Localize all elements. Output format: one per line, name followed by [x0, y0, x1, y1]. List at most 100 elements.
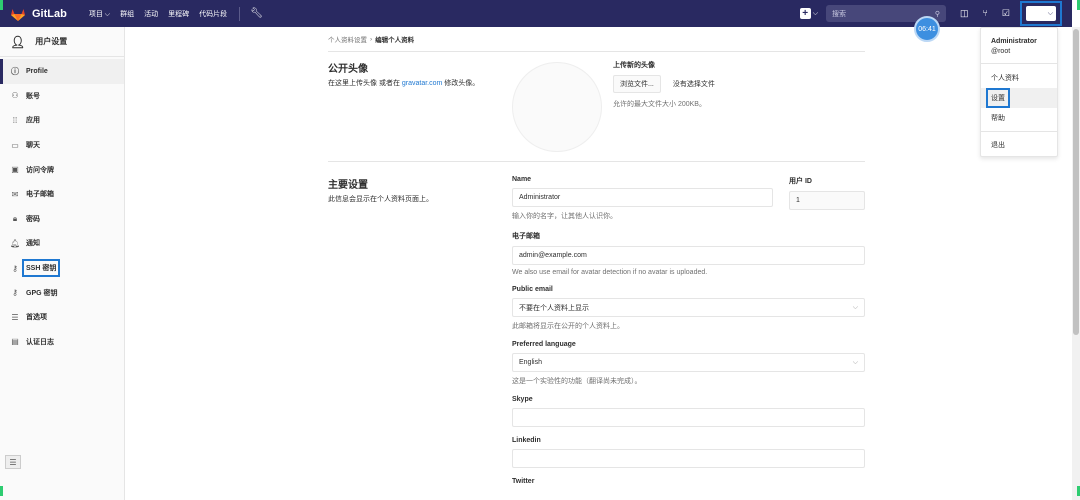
language-label: Preferred language	[512, 341, 576, 348]
wrench-icon[interactable]: 🔧︎	[250, 8, 263, 19]
language-help: 这是一个实验性的功能（翻译尚未完成）。	[512, 378, 642, 385]
settings-sidebar: 👤︎ 用户设置 ⓘ Profile ⚇ 账号 ⁞⁞ 应用 ▭ 聊天 ▣ 访问令牌…	[0, 27, 125, 500]
sidebar-item-ssh-keys[interactable]: ⚷ SSH 密钥	[0, 256, 124, 281]
merge-request-icon[interactable]: ⑂	[983, 8, 988, 19]
browse-file-button[interactable]: 浏览文件...	[613, 75, 661, 93]
user-info: Administrator @root	[981, 28, 1057, 64]
collapse-sidebar-icon[interactable]: ☰	[5, 455, 21, 469]
recording-timer: 06:41	[914, 16, 940, 42]
menu-item-help[interactable]: 帮助	[981, 108, 1057, 128]
public-email-select[interactable]: 不要在个人资料上显示 ⌵	[512, 298, 865, 317]
issues-icon[interactable]: ☑	[1002, 8, 1010, 19]
user-id-field: 1	[789, 191, 865, 210]
sidebar-item-label: 密码	[26, 215, 40, 223]
sidebar-item-gpg-keys[interactable]: ⚷ GPG 密钥	[0, 280, 124, 305]
sidebar-header: 👤︎ 用户设置	[0, 27, 124, 57]
email-label: 电子邮箱	[512, 233, 540, 240]
corner-mark	[0, 0, 3, 10]
sidebar-item-chat[interactable]: ▭ 聊天	[0, 133, 124, 158]
chevron-down-icon: ⌵	[852, 303, 858, 311]
sidebar-item-label: SSH 密钥	[21, 259, 61, 278]
page-scrollbar[interactable]	[1072, 27, 1080, 500]
chat-icon: ▭	[11, 140, 19, 150]
main-content: 个人资料设置 › 编辑个人资料 公开头像 在这里上传头像 或者在 gravata…	[328, 27, 865, 485]
chevron-down-icon: ⌵	[812, 9, 818, 17]
name-help: 输入你的名字，让其他人认识你。	[512, 213, 617, 220]
top-navbar: GitLab 项目 ⌵ 群组 活动 里程碑 代码片段 🔧︎ + ⌵ 搜索 ⚲ ◫…	[0, 0, 1072, 27]
main-settings-desc: 此信息会显示在个人资料页面上。	[328, 196, 433, 203]
breadcrumb: 个人资料设置 › 编辑个人资料	[328, 27, 865, 52]
bell-icon: 🔔︎	[10, 238, 21, 248]
profile-form: Name Administrator 输入你的名字，让其他人认识你。 用户 ID…	[512, 176, 865, 495]
preferences-icon: ☰	[11, 312, 19, 322]
brand-name: GitLab	[32, 7, 67, 20]
menu-item-profile[interactable]: 个人资料	[981, 68, 1057, 88]
avatar-section-desc: 在这里上传头像 或者在 gravatar.com 修改头像。	[328, 79, 488, 89]
twitter-label: Twitter	[512, 478, 535, 485]
breadcrumb-separator: ›	[370, 35, 373, 43]
public-email-help: 此邮箱将显示在公开的个人资料上。	[512, 323, 624, 330]
email-value: admin@example.com	[519, 252, 587, 259]
user-id-value: 1	[796, 197, 800, 204]
menu-item-settings[interactable]: 设置	[981, 88, 1057, 108]
search-icon: ⚲	[934, 10, 940, 18]
sidebar-item-preferences[interactable]: ☰ 首选项	[0, 305, 124, 330]
linkedin-field[interactable]	[512, 449, 865, 468]
nav-projects[interactable]: 项目 ⌵	[89, 9, 110, 19]
avatar-section-title: 公开头像	[328, 64, 368, 75]
lock-icon: 🔒︎	[12, 213, 18, 223]
sidebar-item-notifications[interactable]: 🔔︎ 通知	[0, 231, 124, 256]
sidebar-item-label: 聊天	[26, 142, 40, 150]
public-email-value: 不要在个人资料上显示	[519, 304, 589, 312]
sidebar-item-password[interactable]: 🔒︎ 密码	[0, 207, 124, 232]
email-field[interactable]: admin@example.com	[512, 246, 865, 265]
user-menu-button[interactable]: ⌵	[1020, 1, 1062, 26]
scrollbar-thumb[interactable]	[1073, 29, 1079, 335]
gitlab-logo[interactable]: GitLab	[10, 6, 67, 22]
key-icon: ⚷	[12, 288, 18, 298]
divider	[981, 131, 1057, 132]
nav-milestones[interactable]: 里程碑	[168, 9, 189, 19]
email-icon: ✉	[11, 189, 19, 199]
gravatar-link[interactable]: gravatar.com	[402, 80, 442, 87]
menu-item-label: 帮助	[991, 115, 1005, 122]
todo-icon[interactable]: ◫	[960, 8, 969, 19]
gitlab-tanuki-icon	[11, 8, 25, 21]
nav-snippets[interactable]: 代码片段	[199, 9, 227, 19]
sidebar-item-applications[interactable]: ⁞⁞ 应用	[0, 108, 124, 133]
sidebar-item-access-tokens[interactable]: ▣ 访问令牌	[0, 157, 124, 182]
applications-icon: ⁞⁞	[12, 115, 18, 125]
menu-item-label: 退出	[991, 142, 1005, 149]
divider	[239, 6, 241, 21]
menu-item-sign-out[interactable]: 退出	[981, 135, 1057, 155]
language-select[interactable]: English ⌵	[512, 353, 865, 372]
account-icon: ⚇	[11, 91, 19, 101]
skype-field[interactable]	[512, 408, 865, 427]
main-settings-title: 主要设置	[328, 180, 368, 191]
name-value: Administrator	[519, 194, 561, 201]
plus-icon: +	[799, 8, 811, 19]
name-label: Name	[512, 176, 532, 183]
sidebar-item-label: 通知	[26, 240, 40, 248]
breadcrumb-parent[interactable]: 个人资料设置	[328, 34, 367, 44]
sidebar-item-auth-log[interactable]: ▤ 认证日志	[0, 330, 124, 355]
main-settings-section: 主要设置 此信息会显示在个人资料页面上。 Name Administrator …	[328, 162, 865, 485]
corner-mark	[0, 486, 3, 496]
new-dropdown-button[interactable]: + ⌵	[799, 8, 818, 19]
sidebar-item-emails[interactable]: ✉ 电子邮箱	[0, 182, 124, 207]
name-field[interactable]: Administrator	[512, 188, 773, 207]
nav-activity[interactable]: 活动	[144, 9, 158, 19]
sidebar-item-profile[interactable]: ⓘ Profile	[0, 59, 124, 84]
nav-groups[interactable]: 群组	[120, 9, 134, 19]
no-file-label: 没有选择文件	[672, 81, 715, 88]
user-icon: 👤︎	[10, 34, 26, 49]
skype-label: Skype	[512, 396, 533, 403]
user-dropdown-menu: Administrator @root 个人资料 设置 帮助 退出	[980, 27, 1058, 157]
desc-text: 修改头像。	[442, 80, 480, 87]
sidebar-item-account[interactable]: ⚇ 账号	[0, 84, 124, 109]
profile-icon: ⓘ	[11, 66, 19, 76]
sidebar-item-label: 电子邮箱	[26, 191, 54, 199]
chevron-down-icon: ⌵	[852, 358, 858, 366]
desc-text: 在这里上传头像 或者在	[328, 80, 402, 87]
sidebar-item-label: 认证日志	[26, 338, 54, 346]
